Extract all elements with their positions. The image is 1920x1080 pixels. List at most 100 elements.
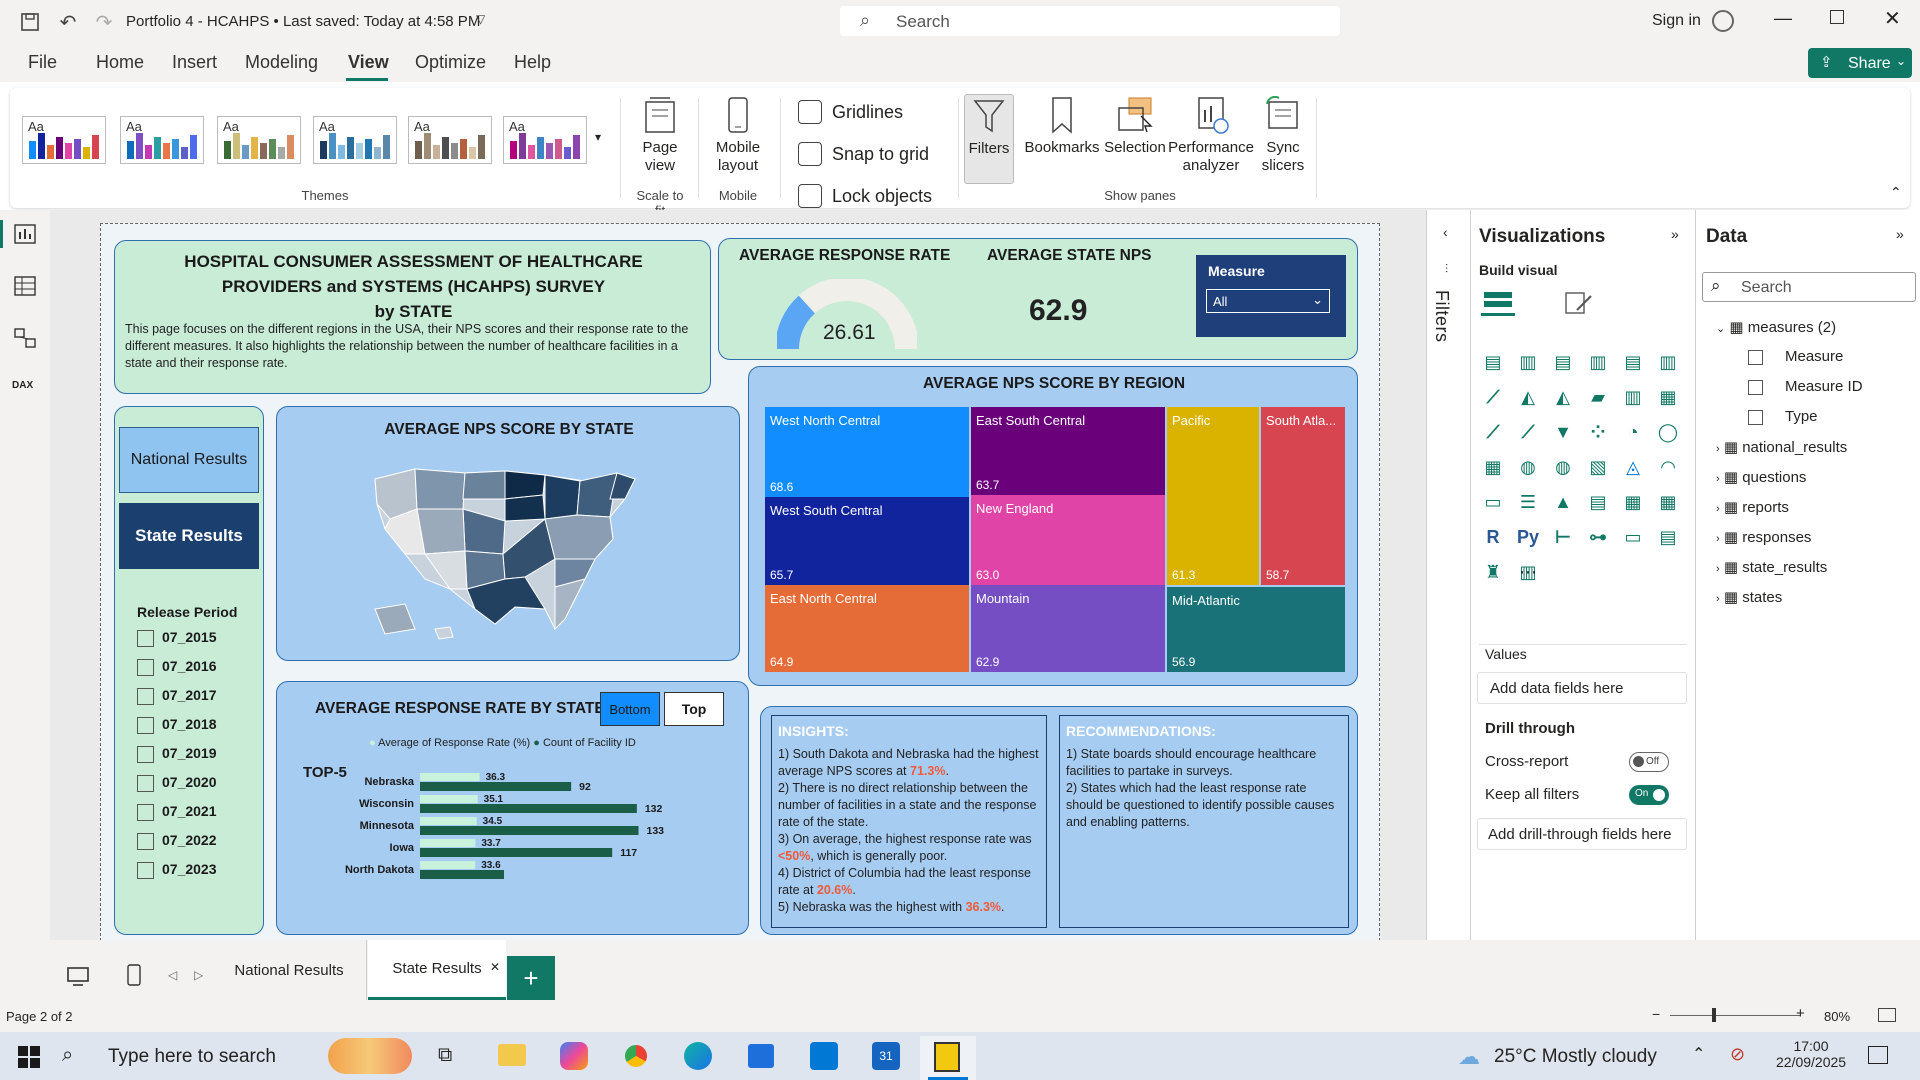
- save-icon[interactable]: [18, 10, 42, 34]
- pie-icon[interactable]: ◔: [1621, 420, 1645, 444]
- more-visuals-icon[interactable]: ⋯: [1516, 560, 1540, 584]
- bar-facility-count[interactable]: [420, 870, 504, 879]
- power-bi-taskbar-button[interactable]: [920, 1036, 976, 1080]
- cross-report-toggle[interactable]: Off: [1629, 752, 1669, 772]
- release-period-option[interactable]: 07_2019: [137, 745, 217, 774]
- bar-response-rate[interactable]: [420, 861, 476, 869]
- 100-column-icon[interactable]: ▥: [1656, 350, 1680, 374]
- data-table[interactable]: › ▦ responses: [1716, 528, 1811, 546]
- chevron-down-icon[interactable]: ▽: [476, 12, 485, 26]
- treemap-cell[interactable]: East South Central 63.7: [971, 407, 1165, 495]
- redo-icon[interactable]: ↷: [92, 10, 116, 34]
- response-rate-bar-chart[interactable]: Nebraska 36.3 92 Wisconsin 35.1 132 Minnesota 3…: [277, 762, 750, 912]
- bar-facility-count[interactable]: [420, 782, 572, 791]
- menu-home[interactable]: Home: [96, 52, 144, 73]
- build-visual-tab[interactable]: [1481, 288, 1515, 316]
- drill-through-drop-zone[interactable]: Add drill-through fields here: [1477, 818, 1687, 850]
- menu-insert[interactable]: Insert: [172, 52, 217, 73]
- report-view-icon[interactable]: [14, 224, 36, 249]
- document-title[interactable]: Portfolio 4 - HCAHPS • Last saved: Today…: [126, 13, 480, 30]
- bar-response-rate[interactable]: [420, 795, 478, 803]
- state-results-button[interactable]: State Results: [119, 503, 259, 569]
- azure-map-icon[interactable]: ◬: [1621, 455, 1645, 479]
- filters-button[interactable]: Filters: [964, 94, 1014, 184]
- treemap-cell[interactable]: Pacific 61.3: [1167, 407, 1259, 585]
- data-table[interactable]: › ▦ national_results: [1716, 438, 1847, 456]
- release-period-option[interactable]: 07_2018: [137, 716, 217, 745]
- treemap-cell[interactable]: Mid-Atlantic 56.9: [1167, 587, 1345, 672]
- filter-pane-options-icon[interactable]: ⫶: [1445, 262, 1448, 277]
- copilot-icon[interactable]: [560, 1042, 588, 1070]
- sync-slicers-button[interactable]: Sync slicers: [1256, 95, 1310, 175]
- values-drop-zone[interactable]: Add data fields here: [1477, 672, 1687, 704]
- treemap-icon[interactable]: ▦: [1481, 455, 1505, 479]
- clustered-column-icon[interactable]: ▥: [1586, 350, 1610, 374]
- bar-response-rate[interactable]: [420, 773, 480, 781]
- bar-facility-count[interactable]: [420, 826, 639, 835]
- zoom-slider-track[interactable]: [1670, 1015, 1800, 1016]
- us-state-map[interactable]: [355, 459, 655, 649]
- calendar-icon[interactable]: 31: [872, 1042, 900, 1070]
- close-page-icon[interactable]: ✕: [490, 960, 500, 974]
- theme-3[interactable]: Aa: [217, 116, 301, 164]
- donut-icon[interactable]: ◯: [1656, 420, 1680, 444]
- release-period-checkbox[interactable]: [137, 629, 154, 647]
- share-button[interactable]: ⇪ Share ⌄: [1808, 48, 1912, 78]
- release-period-checkbox[interactable]: [137, 716, 154, 734]
- app-icon[interactable]: [810, 1042, 838, 1070]
- theme-6[interactable]: Aa: [503, 116, 587, 164]
- ribbon-icon[interactable]: ▰: [1586, 385, 1610, 409]
- smart-narrative-icon[interactable]: ▤: [1656, 525, 1680, 549]
- file-explorer-icon[interactable]: [498, 1044, 526, 1066]
- release-period-option[interactable]: 07_2023: [137, 861, 217, 890]
- next-page-icon[interactable]: ▷: [194, 968, 203, 982]
- zoom-slider-thumb[interactable]: [1712, 1008, 1716, 1022]
- measure-field[interactable]: Measure: [1748, 348, 1843, 365]
- filters-pane-collapsed[interactable]: ‹ ⫶ Filters: [1426, 210, 1470, 1010]
- network-status-icon[interactable]: ⊘: [1730, 1044, 1745, 1065]
- scatter-icon[interactable]: ⁘: [1586, 420, 1610, 444]
- shape-map-icon[interactable]: ▧: [1586, 455, 1610, 479]
- task-view-icon[interactable]: ⧉: [438, 1044, 452, 1067]
- field-checkbox[interactable]: [1748, 349, 1763, 365]
- release-period-checkbox[interactable]: [137, 861, 154, 879]
- keep-all-filters-toggle[interactable]: On: [1629, 785, 1669, 805]
- r-visual-icon[interactable]: R: [1481, 525, 1505, 549]
- filled-map-icon[interactable]: ◍: [1551, 455, 1575, 479]
- collapse-ribbon-icon[interactable]: ⌃: [1890, 184, 1902, 201]
- menu-view[interactable]: View: [348, 52, 389, 73]
- add-page-button[interactable]: +: [507, 956, 555, 1000]
- multi-row-card-icon[interactable]: ☰: [1516, 490, 1540, 514]
- release-period-checkbox[interactable]: [137, 745, 154, 763]
- measure-field[interactable]: Measure ID: [1748, 378, 1863, 395]
- release-period-option[interactable]: 07_2022: [137, 832, 217, 861]
- release-period-option[interactable]: 07_2015: [137, 629, 217, 658]
- 100-bar-icon[interactable]: ▤: [1621, 350, 1645, 374]
- data-table[interactable]: › ▦ states: [1716, 588, 1782, 606]
- field-checkbox[interactable]: [1748, 409, 1763, 425]
- release-period-checkbox[interactable]: [137, 658, 154, 676]
- line-icon[interactable]: ⟋: [1481, 385, 1505, 409]
- data-table[interactable]: › ▦ reports: [1716, 498, 1789, 516]
- release-period-option[interactable]: 07_2020: [137, 774, 217, 803]
- avatar-icon[interactable]: [1712, 10, 1734, 32]
- line-stacked-icon[interactable]: ⟋: [1516, 420, 1540, 444]
- funnel-alt-icon[interactable]: ▦: [1656, 385, 1680, 409]
- treemap-cell[interactable]: West South Central 65.7: [765, 497, 969, 585]
- chevron-up-icon[interactable]: ⌃: [1692, 1044, 1705, 1064]
- maximize-icon[interactable]: [1830, 10, 1844, 24]
- field-checkbox[interactable]: [1748, 379, 1763, 395]
- page-tab-state-results[interactable]: State Results: [368, 940, 506, 1000]
- gridlines-checkbox[interactable]: [798, 100, 822, 124]
- taskbar-search[interactable]: Type here to search: [108, 1046, 276, 1068]
- search-box[interactable]: ⌕ Search: [840, 6, 1340, 36]
- table-icon[interactable]: ▦: [1621, 490, 1645, 514]
- clustered-bar-icon[interactable]: ▤: [1551, 350, 1575, 374]
- bar-facility-count[interactable]: [420, 804, 637, 813]
- data-table[interactable]: › ▦ state_results: [1716, 558, 1827, 576]
- theme-4[interactable]: Aa: [313, 116, 397, 164]
- stacked-column-icon[interactable]: ▥: [1516, 350, 1540, 374]
- menu-file[interactable]: File: [28, 52, 57, 73]
- funnel-icon[interactable]: ▼: [1551, 420, 1575, 444]
- matrix-icon[interactable]: ▦: [1656, 490, 1680, 514]
